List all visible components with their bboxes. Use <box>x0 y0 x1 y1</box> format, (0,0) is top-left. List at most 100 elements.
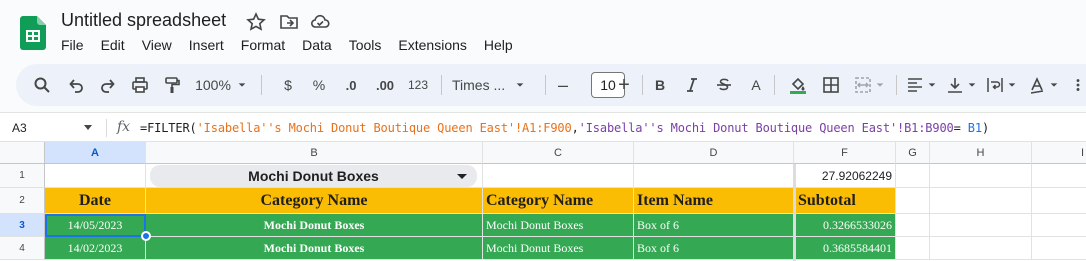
increase-decimal-label: .00 <box>375 77 395 93</box>
menu-tools[interactable]: Tools <box>349 37 382 53</box>
column-header-h[interactable]: H <box>930 142 1032 164</box>
zoom-value: 100% <box>195 77 231 93</box>
column-header-a[interactable]: A <box>45 142 146 164</box>
text-rotation-button[interactable] <box>1024 64 1062 106</box>
cell-c1[interactable] <box>483 164 634 188</box>
text-wrapping-button[interactable] <box>984 64 1018 106</box>
horizontal-align-button[interactable] <box>904 64 938 106</box>
fill-color-button[interactable] <box>786 64 810 106</box>
star-icon[interactable] <box>246 12 266 32</box>
cell-category-b[interactable]: Mochi Donut Boxes <box>146 237 483 260</box>
italic-button[interactable] <box>682 64 702 106</box>
fill-color-icon <box>790 77 806 94</box>
redo-icon <box>101 79 115 93</box>
cloud-status-icon[interactable] <box>310 12 330 32</box>
column-header-i[interactable]: I <box>1032 142 1086 164</box>
cell-subtotal[interactable]: 0.3685584401 <box>794 237 896 260</box>
select-all-corner[interactable] <box>0 142 45 164</box>
currency-format-button[interactable]: $ <box>278 64 298 106</box>
text-color-button[interactable]: A <box>746 64 766 106</box>
menu-extensions[interactable]: Extensions <box>398 37 466 53</box>
cell-subtotal[interactable]: 0.3266533026 <box>794 214 896 237</box>
cell-i3[interactable] <box>1032 214 1086 237</box>
column-header-f[interactable]: F <box>794 142 896 164</box>
cell-a1[interactable] <box>45 164 146 188</box>
menu-format[interactable]: Format <box>241 37 285 53</box>
cell-date[interactable]: 14/02/2023 <box>45 237 146 260</box>
decrease-decimal-button[interactable]: .0 <box>338 64 364 106</box>
hidden-column-e-divider[interactable] <box>793 164 796 261</box>
cell-item-name[interactable]: Box of 6 <box>634 214 794 237</box>
increase-decimal-button[interactable]: .00 <box>370 64 400 106</box>
cell-category-c[interactable]: Mochi Donut Boxes <box>483 214 634 237</box>
fill-handle[interactable] <box>141 231 151 241</box>
header-subtotal[interactable]: Subtotal <box>794 188 896 214</box>
increase-font-size-button[interactable]: + <box>614 64 634 106</box>
name-box[interactable]: A3 <box>12 121 27 135</box>
chevron-down-icon <box>1008 83 1015 87</box>
menu-data[interactable]: Data <box>302 37 332 53</box>
sheets-logo-icon[interactable] <box>20 16 46 50</box>
cell-i1[interactable] <box>1032 164 1086 188</box>
cell-item-name[interactable]: Box of 6 <box>634 237 794 260</box>
print-icon <box>132 77 148 93</box>
cell-category-b[interactable]: Mochi Donut Boxes <box>146 214 483 237</box>
spreadsheet-grid: A B C D F G H I 1 2 3 4 Mochi Donut Boxe… <box>0 142 1086 261</box>
search-menus-button[interactable] <box>30 64 54 106</box>
move-folder-icon[interactable] <box>279 12 299 32</box>
cell-h1[interactable] <box>930 164 1032 188</box>
menu-view[interactable]: View <box>142 37 172 53</box>
strikethrough-button[interactable] <box>714 64 734 106</box>
bold-button[interactable]: B <box>650 64 670 106</box>
cell-h3[interactable] <box>930 214 1032 237</box>
column-header-g[interactable]: G <box>896 142 930 164</box>
cell-i2[interactable] <box>1032 188 1086 214</box>
vertical-align-button[interactable] <box>944 64 978 106</box>
cell-h4[interactable] <box>930 237 1032 260</box>
menu-insert[interactable]: Insert <box>189 37 224 53</box>
undo-button[interactable] <box>64 64 88 106</box>
cell-d1[interactable] <box>634 164 794 188</box>
zoom-select[interactable]: 100% <box>192 64 250 106</box>
cell-f1[interactable]: 27.92062249 <box>794 164 896 188</box>
cell-h2[interactable] <box>930 188 1032 214</box>
row-header-3[interactable]: 3 <box>0 214 45 237</box>
font-select[interactable]: Times ... <box>452 64 534 106</box>
header-category-name-b[interactable]: Category Name <box>146 188 483 214</box>
name-box-dropdown-icon[interactable] <box>84 125 92 130</box>
print-button[interactable] <box>128 64 152 106</box>
more-formats-button[interactable]: 123 <box>405 64 431 106</box>
paint-format-button[interactable] <box>160 64 184 106</box>
row-header-1[interactable]: 1 <box>0 164 45 188</box>
cell-g2[interactable] <box>896 188 930 214</box>
column-header-b[interactable]: B <box>146 142 483 164</box>
header-date[interactable]: Date <box>45 188 146 214</box>
column-header-d[interactable]: D <box>634 142 794 164</box>
cell-category-c[interactable]: Mochi Donut Boxes <box>483 237 634 260</box>
borders-button[interactable] <box>820 64 842 106</box>
cell-i4[interactable] <box>1032 237 1086 260</box>
column-header-c[interactable]: C <box>483 142 634 164</box>
more-options-button[interactable] <box>1070 64 1086 106</box>
redo-button[interactable] <box>96 64 120 106</box>
percent-format-button[interactable]: % <box>309 64 329 106</box>
header-category-name-c[interactable]: Category Name <box>483 188 634 214</box>
menu-help[interactable]: Help <box>484 37 513 53</box>
cell-g1[interactable] <box>896 164 930 188</box>
category-dropdown-chip[interactable]: Mochi Donut Boxes <box>150 165 477 187</box>
merge-cells-button[interactable] <box>852 64 886 106</box>
formula-bar: A3 fx =FILTER('Isabella''s Mochi Donut B… <box>0 112 1086 142</box>
divider <box>441 75 442 95</box>
divider <box>106 119 107 137</box>
menu-file[interactable]: File <box>61 37 84 53</box>
divider <box>545 75 546 95</box>
formula-input[interactable]: =FILTER('Isabella''s Mochi Donut Boutiqu… <box>140 121 989 135</box>
cell-g3[interactable] <box>896 214 930 237</box>
header-item-name[interactable]: Item Name <box>634 188 794 214</box>
decrease-font-size-button[interactable]: – <box>553 64 573 106</box>
document-title[interactable]: Untitled spreadsheet <box>61 10 226 31</box>
row-header-2[interactable]: 2 <box>0 188 45 214</box>
menu-edit[interactable]: Edit <box>101 37 125 53</box>
row-header-4[interactable]: 4 <box>0 237 45 260</box>
cell-g4[interactable] <box>896 237 930 260</box>
